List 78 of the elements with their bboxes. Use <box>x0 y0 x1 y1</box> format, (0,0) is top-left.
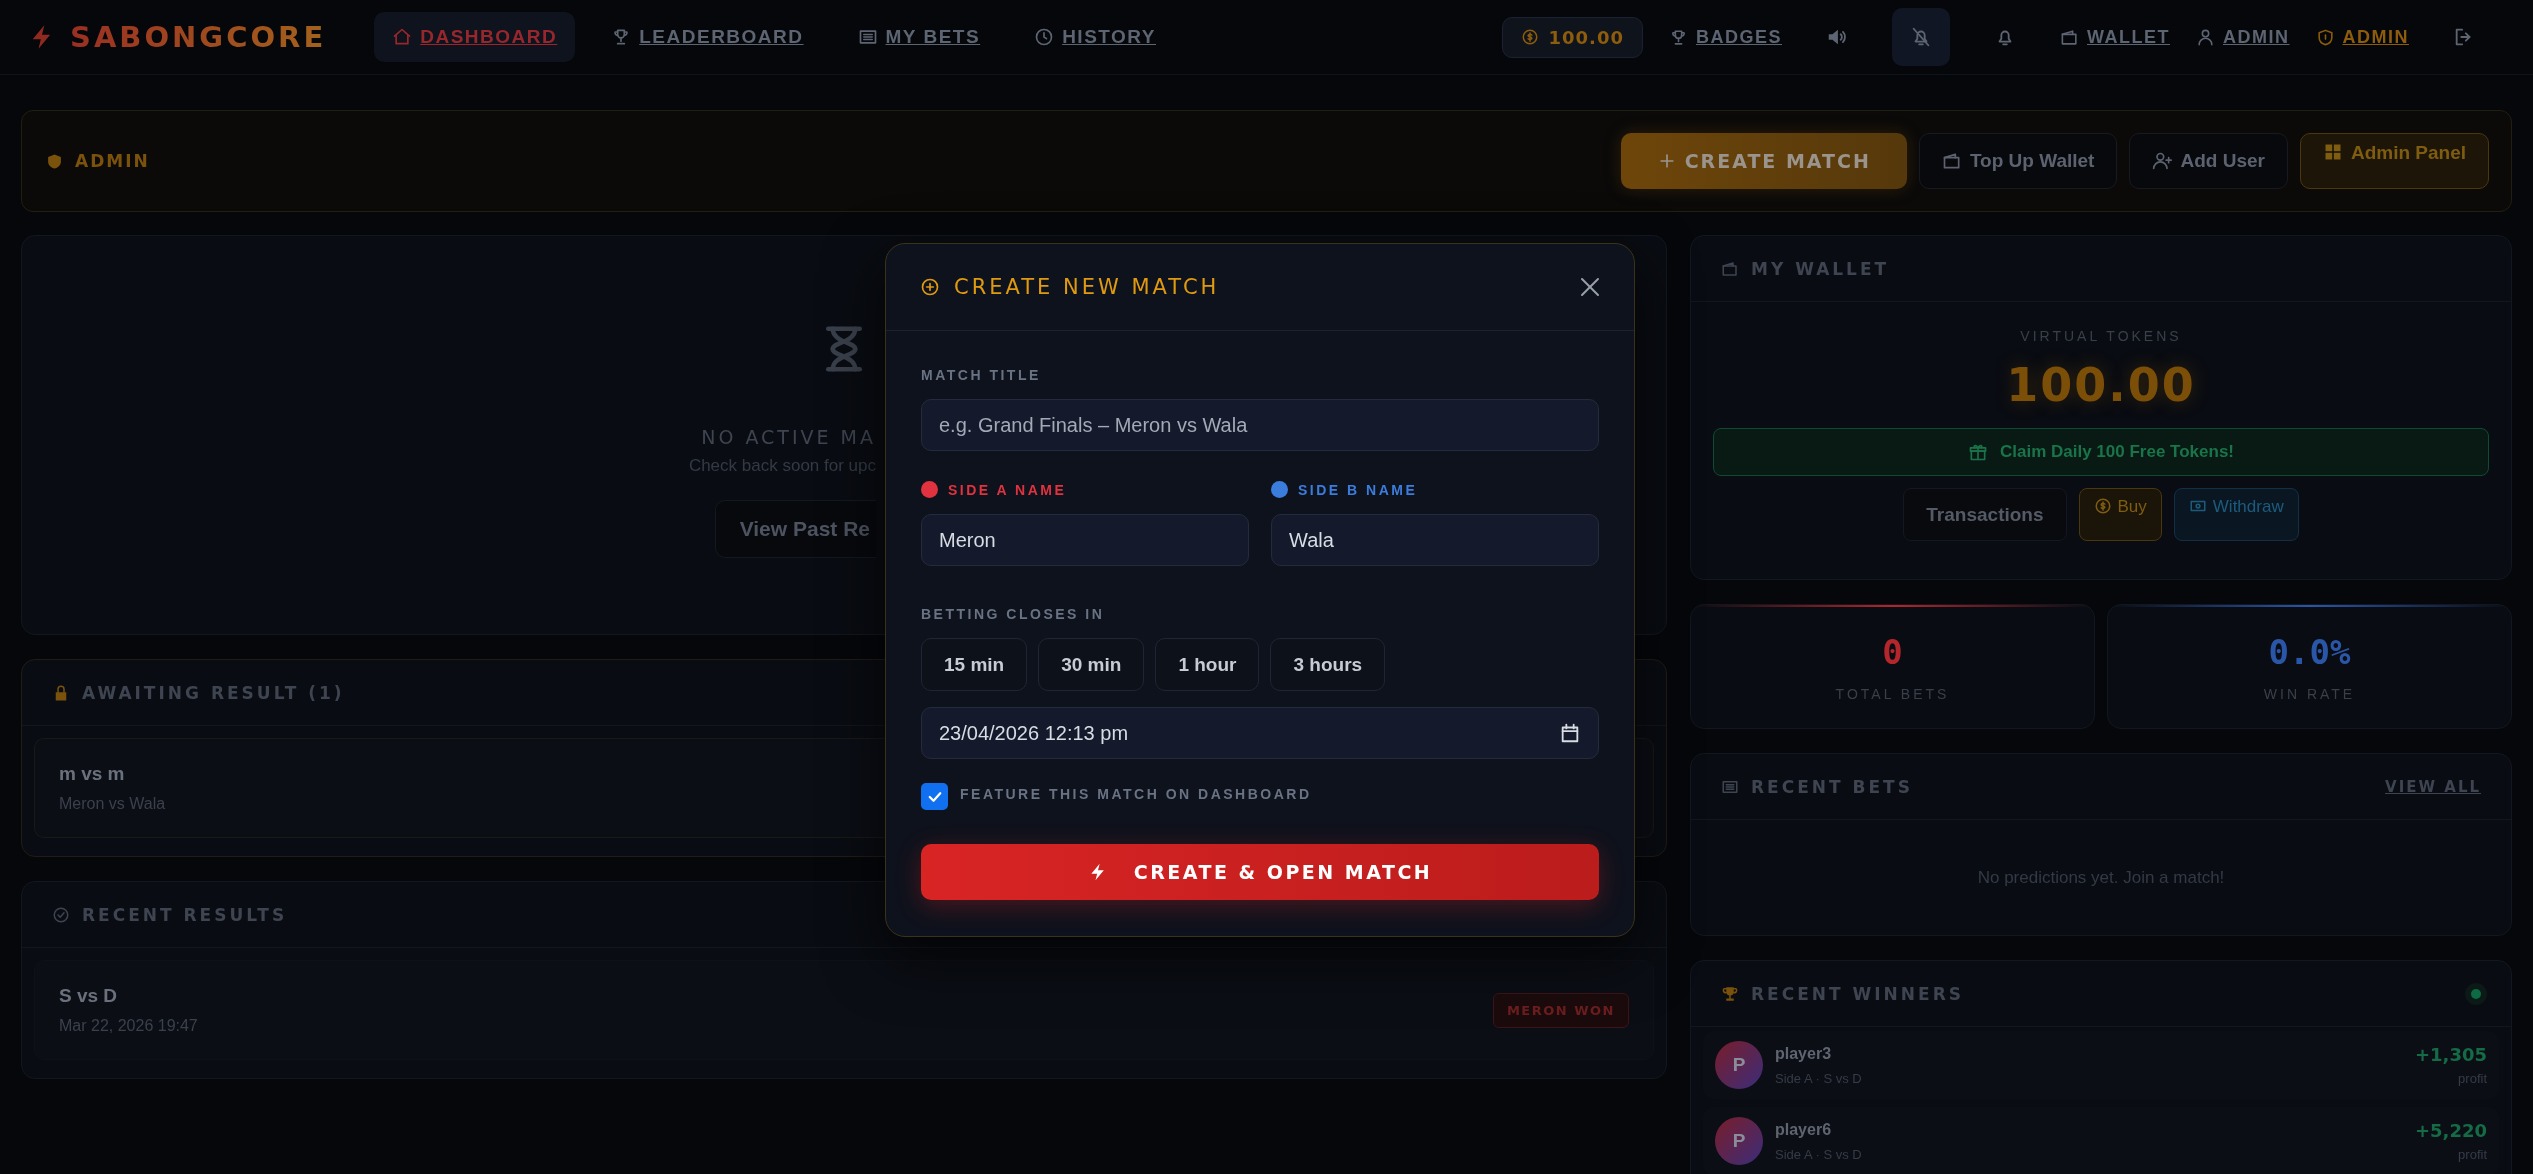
field-label: BETTING CLOSES IN <box>921 606 1106 622</box>
header-link[interactable]: BADGES <box>1669 26 1782 48</box>
duration-button[interactable]: 15 min <box>921 638 1028 691</box>
view-all-link[interactable]: VIEW ALL <box>2385 777 2481 796</box>
token-amount: 100.00 <box>2006 358 2196 412</box>
wallet-icon <box>2060 27 2079 47</box>
claim-button[interactable]: Claim Daily 100 Free Tokens! <box>1713 428 2489 476</box>
duration-button[interactable]: 30 min <box>1038 638 1145 691</box>
profit-amount: +5,220 <box>2414 1120 2487 1141</box>
shield-icon <box>46 152 63 170</box>
stat-label: WIN RATE <box>2263 685 2356 702</box>
header-link[interactable]: ADMIN <box>2315 26 2409 48</box>
duration-button[interactable]: 3 hours <box>1270 638 1386 691</box>
card-title: RECENT WINNERS <box>1751 983 1964 1004</box>
avatar: P <box>1715 1117 1763 1165</box>
wallet-button[interactable]: Buy <box>2078 488 2162 541</box>
player-name: player3 <box>1775 1044 1833 1063</box>
trophy-icon <box>1669 27 1688 47</box>
wallet-icon <box>1941 151 1962 171</box>
admin-action-button[interactable]: CREATE MATCH <box>1620 133 1907 189</box>
wallet-button[interactable]: Transactions <box>1903 488 2067 541</box>
card-title: MY WALLET <box>1751 258 1890 279</box>
history-icon <box>1034 27 1055 47</box>
balance-pill[interactable]: 100.00 <box>1501 16 1643 58</box>
checkbox-label: FEATURE THIS MATCH ON DASHBOARD <box>960 785 1312 802</box>
plus-circle-icon <box>920 277 940 297</box>
coin-icon <box>1520 28 1539 46</box>
match-title: S vs D <box>59 985 118 1007</box>
avatar: P <box>1715 1041 1763 1089</box>
view-past-results-button[interactable]: View Past Re <box>714 500 876 558</box>
nav-tab[interactable]: LEADERBOARD <box>593 12 822 62</box>
admin-action-button[interactable]: Admin Panel <box>2299 133 2489 189</box>
wallet-icon <box>1721 259 1739 278</box>
player-name: player6 <box>1775 1120 1833 1139</box>
admin-action-button[interactable]: Add User <box>2129 133 2288 189</box>
gift-icon <box>1968 442 1988 462</box>
nav-tab[interactable]: HISTORY <box>1016 12 1175 62</box>
stat-label: TOTAL BETS <box>1835 685 1950 702</box>
result-badge: MERON WON <box>1492 992 1629 1028</box>
duration-button[interactable]: 1 hour <box>1155 638 1260 691</box>
wallet-button[interactable]: Withdraw <box>2173 488 2299 541</box>
create-match-button[interactable]: CREATE & OPEN MATCH <box>921 844 1599 900</box>
nav-tab[interactable]: DASHBOARD <box>374 12 576 62</box>
match-title-field[interactable]: e.g. Grand Finals – Meron vs Wala <box>921 399 1599 451</box>
header-link[interactable]: ADMIN <box>2196 26 2290 48</box>
home-icon <box>392 27 413 47</box>
admin-bar-title: ADMIN <box>75 151 150 171</box>
dialog-title: CREATE NEW MATCH <box>954 275 1220 299</box>
card-title: RECENT BETS <box>1751 776 1913 797</box>
calendar-icon <box>1559 722 1581 744</box>
muted-bell-icon <box>1910 26 1932 48</box>
field-label: MATCH TITLE <box>921 367 1042 383</box>
shield-icon <box>2315 27 2335 47</box>
profit-amount: +1,305 <box>2414 1044 2487 1065</box>
close-icon <box>1578 275 1602 299</box>
trophy-icon <box>1721 984 1739 1003</box>
datetime-field[interactable]: 23/04/2026 12:13 pm <box>921 707 1599 759</box>
stat-value: 0.0% <box>2268 631 2351 672</box>
check-circle-icon <box>52 905 70 924</box>
side-name-field[interactable]: Meron <box>921 514 1249 566</box>
admin-action-button[interactable]: Top Up Wallet <box>1918 133 2118 189</box>
user-icon <box>2196 27 2215 47</box>
checkbox[interactable] <box>921 783 948 810</box>
field-label: SIDE A NAME <box>948 481 1067 498</box>
tokens-label: VIRTUAL TOKENS <box>2020 328 2182 344</box>
icon-button[interactable] <box>1892 8 1950 66</box>
nav-tab[interactable]: MY BETS <box>839 12 999 62</box>
empty-state-title: NO ACTIVE MA <box>700 426 876 448</box>
card-title: AWAITING RESULT (1) <box>82 682 345 703</box>
card-title: RECENT RESULTS <box>82 904 288 925</box>
list-icon <box>857 27 878 47</box>
side-name-field[interactable]: Wala <box>1271 514 1599 566</box>
header-link[interactable]: WALLET <box>2060 26 2170 48</box>
match-title: m vs m <box>59 763 125 785</box>
add-user-icon <box>2152 151 2173 171</box>
coin-icon <box>2093 497 2112 515</box>
stat-value: 0 <box>1882 631 1903 672</box>
field-label: SIDE B NAME <box>1298 481 1418 498</box>
